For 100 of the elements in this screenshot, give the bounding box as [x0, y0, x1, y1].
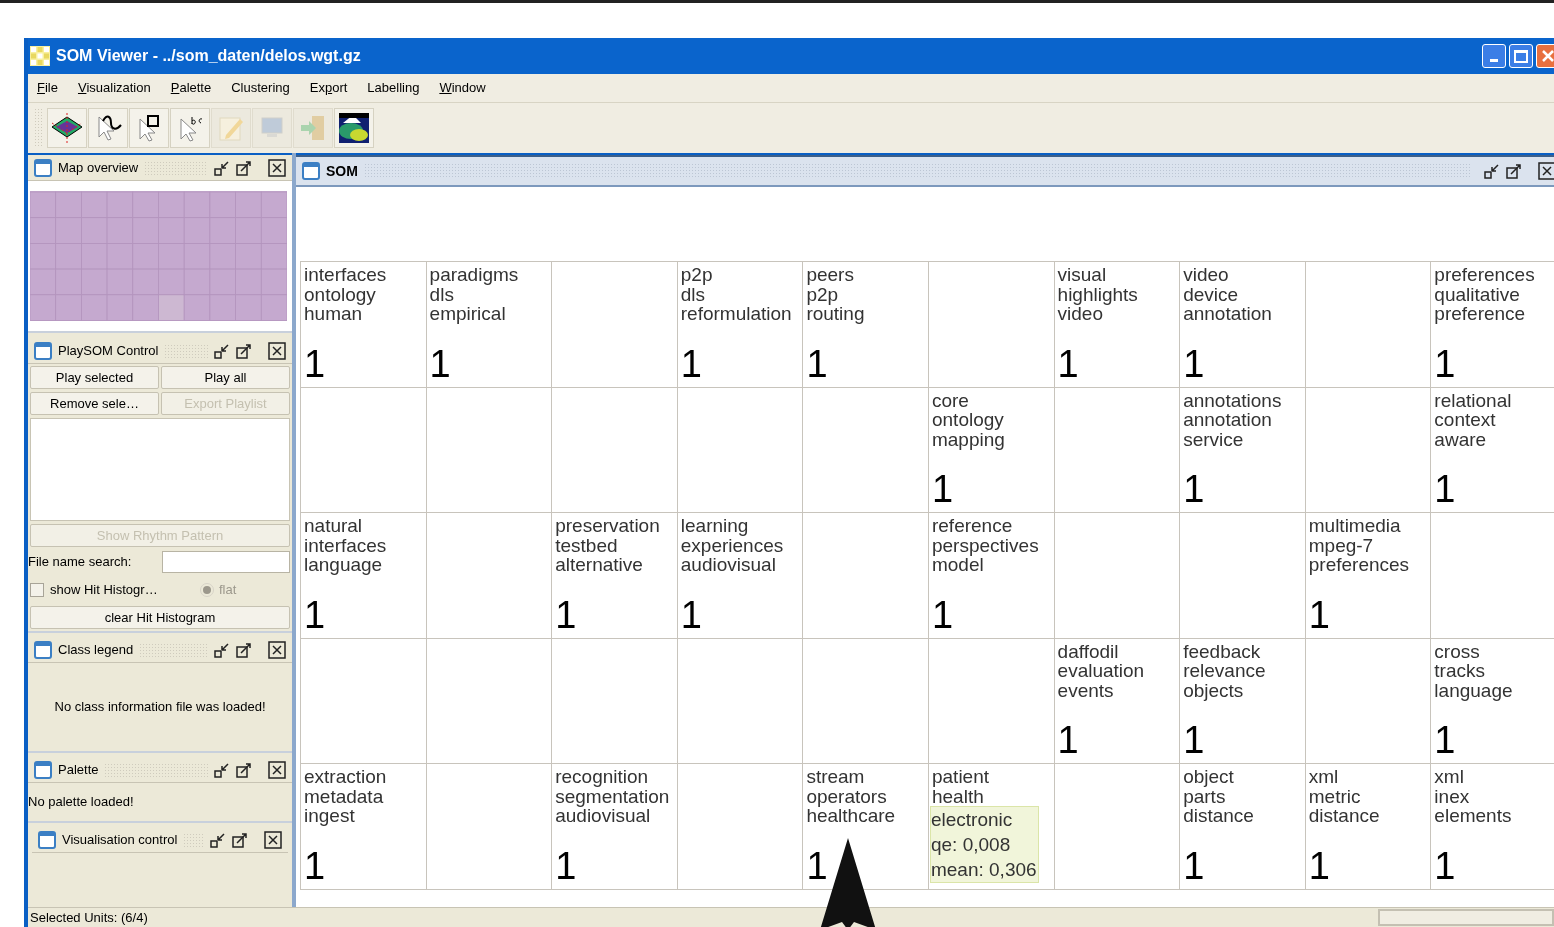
- map-unit[interactable]: daffodil evaluation events 1: [1054, 638, 1181, 765]
- map-unit[interactable]: cross tracks language 1: [1431, 638, 1554, 765]
- maximize-icon[interactable]: [232, 831, 248, 848]
- map-unit[interactable]: [803, 387, 929, 514]
- toolbar-button[interactable]: [334, 108, 374, 148]
- map-unit[interactable]: multimedia mpeg-7 preferences 1: [1305, 513, 1432, 639]
- menu-item[interactable]: File: [37, 78, 58, 98]
- search-field[interactable]: [162, 551, 290, 573]
- map-unit[interactable]: [552, 638, 678, 765]
- close-icon[interactable]: [268, 341, 286, 360]
- search-label: File name search:: [28, 553, 133, 572]
- iconify-icon[interactable]: [214, 641, 230, 658]
- map-unit[interactable]: peers p2p routing 1: [803, 262, 929, 388]
- menu-item[interactable]: Labelling: [367, 78, 420, 98]
- toolbar-button[interactable]: [129, 108, 169, 148]
- map-unit[interactable]: [928, 638, 1055, 765]
- maximize-icon[interactable]: [1506, 163, 1522, 179]
- remove-selected-button[interactable]: Remove sele…: [30, 392, 159, 415]
- map-overview-drawing[interactable]: [30, 191, 287, 321]
- map-unit[interactable]: [1054, 513, 1181, 639]
- close-button[interactable]: [1536, 44, 1554, 68]
- map-unit[interactable]: relational context aware 1: [1431, 387, 1554, 514]
- map-unit[interactable]: learning experiences audiovisual 1: [677, 513, 804, 639]
- map-unit[interactable]: visual highlights video 1: [1054, 262, 1181, 388]
- map-unit[interactable]: preservation testbed alternative 1: [552, 513, 678, 639]
- map-unit[interactable]: [677, 387, 804, 514]
- map-unit[interactable]: xml inex elements 1: [1431, 764, 1554, 890]
- close-icon[interactable]: [268, 158, 286, 177]
- map-unit[interactable]: [426, 764, 553, 890]
- toolbar-button[interactable]: [88, 108, 128, 148]
- map-unit[interactable]: [1180, 513, 1306, 639]
- play-all-button[interactable]: Play all: [161, 366, 290, 389]
- panel-title: Map overview: [58, 158, 139, 177]
- menu-item[interactable]: Clustering: [231, 78, 290, 98]
- close-icon[interactable]: [1538, 162, 1554, 180]
- map-unit[interactable]: recognition segmentation audiovisual 1: [552, 764, 678, 890]
- map-unit[interactable]: interfaces ontology human 1: [301, 262, 427, 388]
- close-icon[interactable]: [264, 830, 282, 849]
- cell-labels: reference perspectives model: [931, 516, 1040, 575]
- checkbox-label: show Hit Histogr…: [50, 581, 159, 600]
- map-unit[interactable]: natural interfaces language 1: [301, 513, 427, 639]
- minimize-button[interactable]: [1482, 44, 1506, 68]
- map-unit[interactable]: [301, 638, 427, 765]
- map-unit[interactable]: xml metric distance 1: [1305, 764, 1432, 890]
- map-unit[interactable]: [928, 262, 1055, 388]
- hit-count: 1: [304, 344, 327, 383]
- panel-title: PlaySOM Control: [58, 341, 159, 360]
- map-unit[interactable]: [677, 764, 804, 890]
- iconify-icon[interactable]: [214, 342, 230, 359]
- menu-item[interactable]: Export: [309, 78, 348, 98]
- map-unit[interactable]: [426, 638, 553, 765]
- map-unit[interactable]: [1305, 262, 1432, 388]
- map-unit[interactable]: [803, 513, 929, 639]
- map-unit[interactable]: extraction metadata ingest 1: [301, 764, 427, 890]
- map-unit[interactable]: feedback relevance objects 1: [1180, 638, 1306, 765]
- map-unit[interactable]: object parts distance 1: [1180, 764, 1306, 890]
- map-unit[interactable]: [552, 262, 678, 388]
- clear-histogram-button[interactable]: clear Hit Histogram: [30, 606, 290, 629]
- map-unit[interactable]: [552, 387, 678, 514]
- maximize-icon[interactable]: [236, 641, 252, 658]
- toolbar-button[interactable]: [47, 108, 87, 148]
- close-icon[interactable]: [268, 760, 286, 779]
- iconify-icon[interactable]: [210, 831, 226, 848]
- hit-count: 1: [806, 344, 829, 383]
- map-unit[interactable]: annotations annotation service 1: [1180, 387, 1306, 514]
- map-unit[interactable]: [803, 638, 929, 765]
- map-unit[interactable]: video device annotation 1: [1180, 262, 1306, 388]
- map-unit[interactable]: [426, 513, 553, 639]
- close-icon[interactable]: [268, 640, 286, 659]
- map-unit[interactable]: [1054, 387, 1181, 514]
- map-unit[interactable]: paradigms dls empirical 1: [426, 262, 553, 388]
- map-unit[interactable]: [1054, 764, 1181, 890]
- menu-item[interactable]: Visualization: [77, 78, 151, 98]
- maximize-icon[interactable]: [236, 761, 252, 778]
- map-unit[interactable]: patient health electronic qe: 0,008 mean: 0,306: [928, 764, 1055, 890]
- playlist-box[interactable]: [30, 418, 290, 521]
- maximize-button[interactable]: [1509, 44, 1533, 68]
- menu-item[interactable]: Window: [439, 78, 486, 98]
- checkbox[interactable]: [30, 583, 44, 597]
- map-unit[interactable]: [1305, 638, 1432, 765]
- map-unit[interactable]: reference perspectives model 1: [928, 513, 1055, 639]
- map-unit[interactable]: preferences qualitative preference 1: [1431, 262, 1554, 388]
- map-unit[interactable]: p2p dls reformulation 1: [677, 262, 804, 388]
- map-unit[interactable]: [677, 638, 804, 765]
- maximize-icon[interactable]: [236, 342, 252, 359]
- cell-labels: object parts distance: [1183, 767, 1255, 826]
- iconify-icon[interactable]: [214, 159, 230, 176]
- map-unit[interactable]: [426, 387, 553, 514]
- hit-count: 1: [680, 595, 703, 634]
- map-unit[interactable]: core ontology mapping 1: [928, 387, 1055, 514]
- map-unit[interactable]: [1305, 387, 1432, 514]
- iconify-icon[interactable]: [1484, 163, 1500, 179]
- cell-labels: cross tracks language: [1434, 641, 1514, 701]
- map-unit[interactable]: [301, 387, 427, 514]
- close-icon: [1541, 49, 1554, 63]
- cell-labels: video device annotation: [1183, 265, 1273, 324]
- maximize-icon[interactable]: [236, 159, 252, 176]
- menu-item[interactable]: Palette: [170, 78, 212, 98]
- play-selected-button[interactable]: Play selected: [30, 366, 159, 389]
- iconify-icon[interactable]: [214, 761, 230, 778]
